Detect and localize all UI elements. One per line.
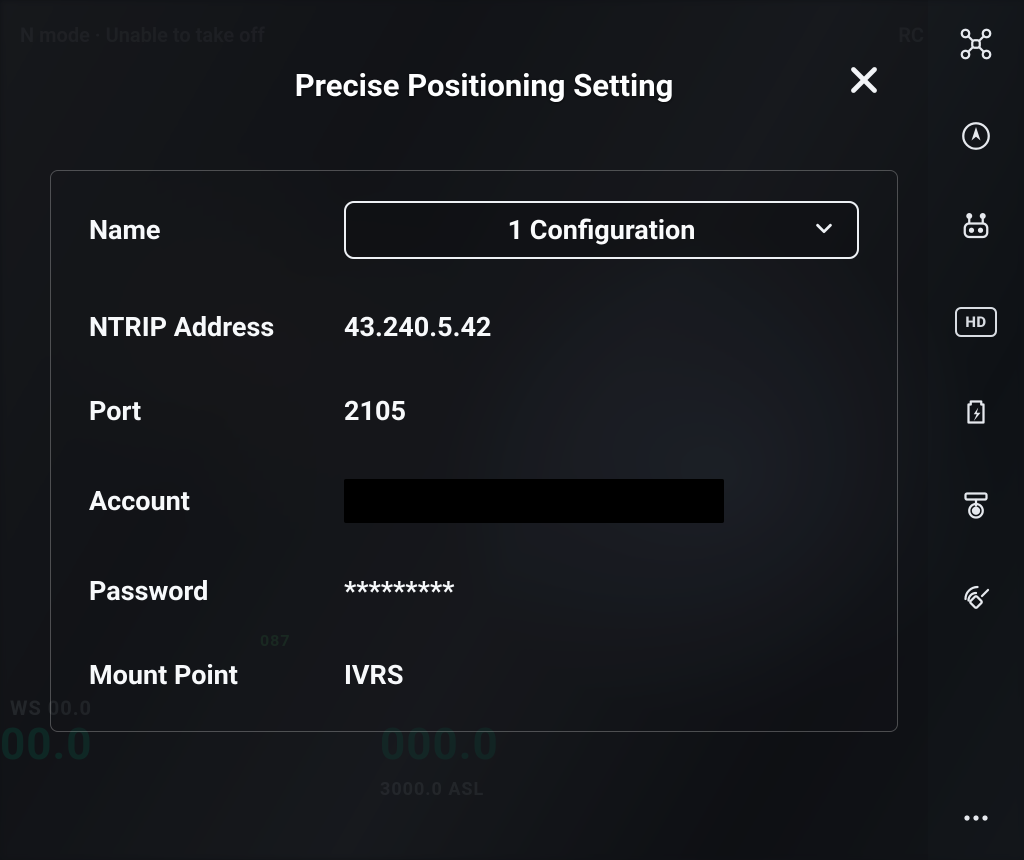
sidebar-more-button[interactable] [954,798,998,842]
account-redacted [344,479,724,523]
settings-panel: Name 1 Configuration NTRIP Address 43.24… [50,170,898,732]
ntrip-address-field[interactable]: 43.240.5.42 [344,311,859,343]
sidebar-gimbal-button[interactable] [954,484,998,528]
label-password: Password [89,575,344,607]
row-ntrip: NTRIP Address 43.240.5.42 [89,311,859,343]
drone-icon [958,26,994,66]
row-password: Password ********* [89,575,859,607]
account-field[interactable] [344,479,859,523]
name-dropdown-value: 1 Configuration [508,214,696,246]
label-name: Name [89,214,344,246]
sidebar-battery-button[interactable] [954,392,998,436]
right-sidebar: HD [928,0,1024,860]
gimbal-icon [958,486,994,526]
sidebar-rtk-button[interactable] [954,576,998,620]
compass-icon [958,118,994,158]
row-port: Port 2105 [89,395,859,427]
more-horizontal-icon [958,800,994,840]
remote-controller-icon [958,210,994,250]
sidebar-navigation-button[interactable] [954,116,998,160]
label-mountpoint: Mount Point [89,659,344,691]
label-port: Port [89,395,344,427]
sidebar-hd-button[interactable]: HD [954,300,998,344]
sidebar-remote-button[interactable] [954,208,998,252]
name-dropdown[interactable]: 1 Configuration [344,201,859,259]
dialog-title: Precise Positioning Setting [295,67,674,104]
row-mountpoint: Mount Point IVRS [89,659,859,691]
row-account: Account [89,479,859,523]
port-field[interactable]: 2105 [344,395,859,427]
hd-icon: HD [955,307,997,337]
close-icon [846,62,882,102]
chevron-down-icon [813,217,835,243]
label-account: Account [89,485,344,517]
password-field[interactable]: ********* [344,575,859,607]
sidebar-drone-button[interactable] [954,24,998,68]
row-name: Name 1 Configuration [89,201,859,259]
battery-icon [958,394,994,434]
positioning-settings-dialog: Precise Positioning Setting Name 1 Confi… [40,50,928,732]
label-ntrip: NTRIP Address [89,311,344,343]
mountpoint-field[interactable]: IVRS [344,659,859,691]
close-button[interactable] [840,58,888,106]
satellite-icon [958,578,994,618]
